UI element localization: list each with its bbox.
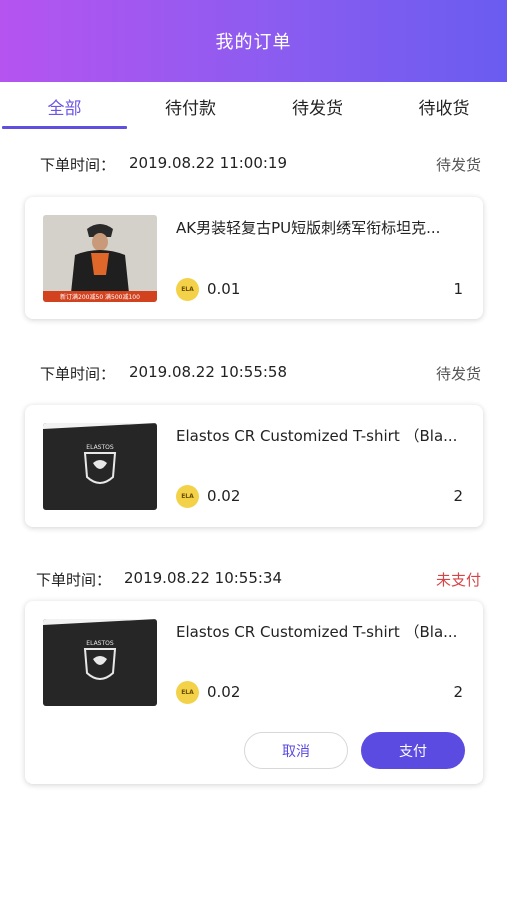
order-time: 2019.08.22 10:55:34	[124, 569, 283, 587]
order-card[interactable]: ELASTOS Elastos CR Customized T-shirt （B…	[25, 405, 483, 527]
product-price: 0.02	[207, 487, 241, 505]
order-header: 下单时间： 2019.08.22 10:55:58 待发货	[0, 363, 507, 387]
order-time: 2019.08.22 10:55:58	[129, 363, 288, 381]
ela-coin-icon: ELA	[176, 681, 199, 704]
order-card[interactable]: 新订满200减50 满500减100 AK男装轻复古PU短版刺绣军衔标坦克...…	[25, 197, 483, 319]
order-card[interactable]: ELASTOS Elastos CR Customized T-shirt （B…	[25, 601, 483, 784]
product-image: ELASTOS	[43, 619, 157, 706]
svg-text:新订满200减50 满500减100: 新订满200减50 满500减100	[60, 293, 140, 301]
product-price: 0.02	[207, 683, 241, 701]
product-image: 新订满200减50 满500减100	[43, 215, 157, 302]
tab-pending-payment[interactable]: 待付款	[127, 82, 254, 130]
ela-coin-icon: ELA	[176, 485, 199, 508]
order-time-label: 下单时间：	[40, 365, 116, 383]
order-status: 待发货	[435, 365, 481, 383]
order-header: 下单时间： 2019.08.22 10:55:34 未支付	[0, 569, 507, 593]
active-tab-indicator	[2, 126, 127, 129]
product-name[interactable]: AK男装轻复古PU短版刺绣军衔标坦克...	[176, 217, 466, 238]
svg-text:ELASTOS: ELASTOS	[86, 444, 114, 451]
tab-all[interactable]: 全部	[2, 82, 127, 130]
product-price: 0.01	[207, 280, 241, 298]
order-status: 待发货	[435, 156, 481, 174]
tab-pending-shipment[interactable]: 待发货	[254, 82, 381, 130]
order-tabs: 全部 待付款 待发货 待收货	[0, 82, 507, 130]
order-time: 2019.08.22 11:00:19	[129, 154, 288, 172]
tab-pending-receipt[interactable]: 待收货	[381, 82, 507, 130]
pay-button[interactable]: 支付	[361, 732, 465, 769]
order-status: 未支付	[435, 571, 481, 589]
product-name[interactable]: Elastos CR Customized T-shirt （Bla...	[176, 425, 466, 446]
product-quantity: 1	[453, 280, 463, 298]
product-image: ELASTOS	[43, 423, 157, 510]
ela-coin-icon: ELA	[176, 278, 199, 301]
order-header: 下单时间： 2019.08.22 11:00:19 待发货	[0, 154, 507, 178]
svg-text:ELASTOS: ELASTOS	[86, 640, 114, 647]
order-time-label: 下单时间：	[36, 571, 112, 589]
page-title: 我的订单	[215, 32, 292, 53]
product-quantity: 2	[453, 683, 463, 701]
product-quantity: 2	[453, 487, 463, 505]
order-time-label: 下单时间：	[40, 156, 116, 174]
app-header: 我的订单	[0, 0, 507, 82]
cancel-order-button[interactable]: 取消	[244, 732, 348, 769]
product-name[interactable]: Elastos CR Customized T-shirt （Bla...	[176, 621, 466, 642]
